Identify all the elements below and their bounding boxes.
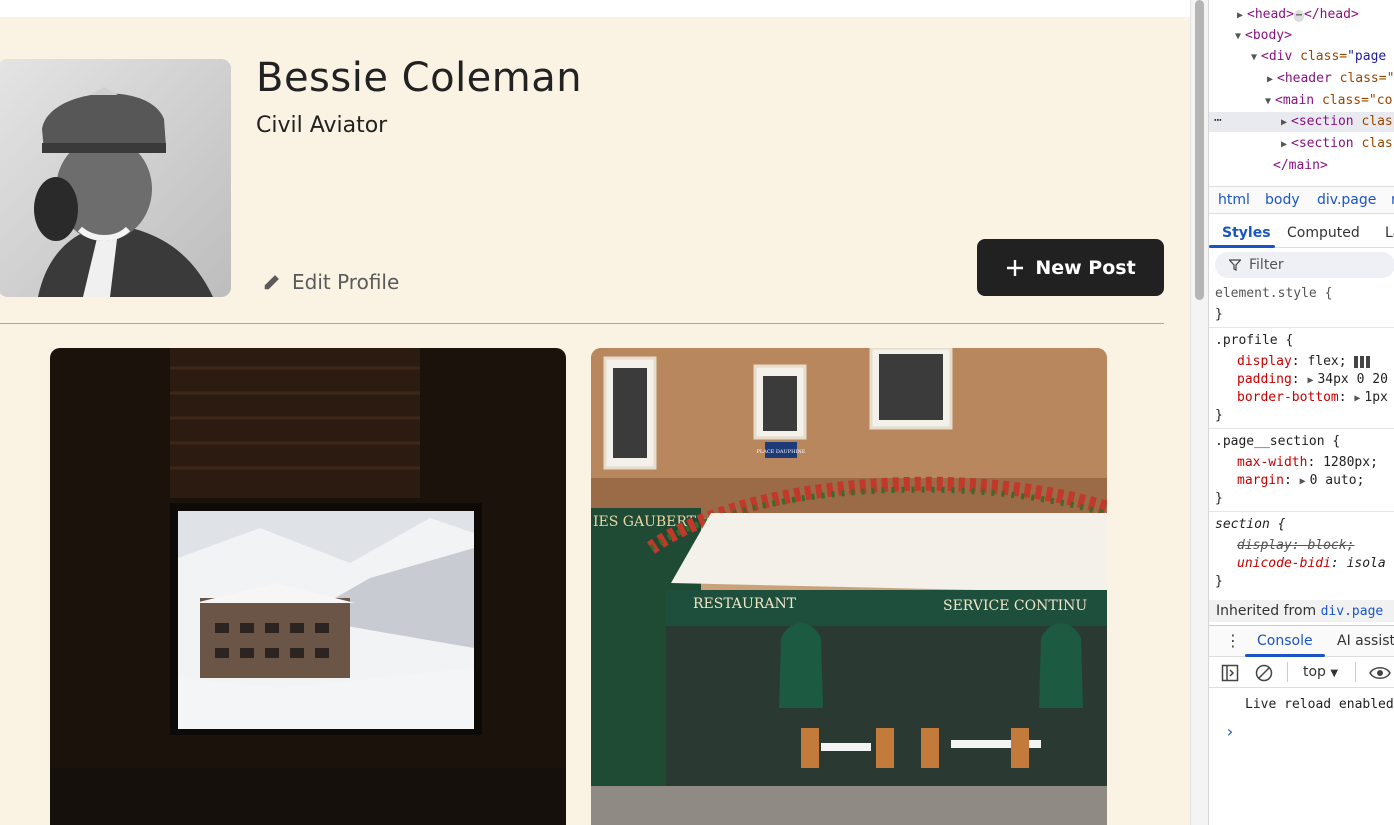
expand-triangle-icon: ▶: [1354, 393, 1361, 404]
eye-icon[interactable]: [1369, 665, 1391, 681]
css-selector-section: section {: [1215, 517, 1286, 532]
breadcrumb-div-page[interactable]: div.page: [1317, 192, 1376, 208]
expand-triangle-icon: ▶: [1237, 10, 1244, 21]
css-declaration-unicode-bidi: unicode-bidi: isola: [1237, 556, 1386, 571]
page: Bessie Coleman Civil Aviator Edit Profil…: [0, 17, 1190, 825]
console-message: Live reload enabled: [1245, 697, 1394, 712]
dom-node-section[interactable]: ▶ <section clas: [1281, 134, 1393, 154]
breadcrumb: html body div.page m: [1209, 186, 1394, 214]
dom-node-header[interactable]: ▶ <header class=": [1267, 69, 1394, 89]
expand-triangle-icon: ▶: [1281, 117, 1288, 128]
drawer-menu-icon[interactable]: ⋮: [1225, 631, 1241, 650]
context-selector[interactable]: top ▼: [1303, 664, 1338, 680]
service-sign: SERVICE CONTINU: [943, 598, 1087, 614]
console-prompt-icon[interactable]: ›: [1225, 722, 1235, 741]
tab-computed[interactable]: Computed: [1287, 225, 1360, 241]
ski-resort-window-photo: [50, 348, 566, 825]
expand-triangle-icon: ▶: [1281, 139, 1288, 150]
dom-node-body[interactable]: ▼ <body>: [1235, 26, 1292, 46]
css-declaration-margin[interactable]: margin: ▶ 0 auto;: [1237, 472, 1364, 490]
street-sign: PLACE DAUPHINE: [757, 449, 806, 455]
restaurant-sign: RESTAURANT: [693, 596, 797, 612]
scrollbar-thumb[interactable]: [1195, 0, 1204, 300]
breadcrumb-body[interactable]: body: [1265, 192, 1300, 208]
inherited-section-header: Inherited from div.page: [1209, 600, 1394, 622]
tab-styles[interactable]: Styles: [1222, 225, 1271, 241]
dom-node-section-selected[interactable]: ⋯ ▶ <section clas: [1209, 112, 1394, 132]
paris-restaurant-photo: PLACE DAUPHINE IES GAUBERT RESTAURANT SE…: [591, 348, 1107, 825]
flexbox-editor-icon[interactable]: [1354, 355, 1371, 368]
edit-profile-label: Edit Profile: [292, 270, 400, 294]
drawer-tabbar: ⋮ Console AI assista: [1209, 625, 1394, 657]
pencil-icon: [264, 275, 279, 290]
profile-name: Bessie Coleman: [256, 55, 583, 101]
breadcrumb-html[interactable]: html: [1218, 192, 1250, 208]
css-declaration-display-overridden: display: block;: [1237, 538, 1355, 553]
edit-profile-button[interactable]: Edit Profile: [262, 269, 399, 295]
rule-close-brace: }: [1215, 307, 1223, 322]
active-tab-indicator: [1209, 245, 1275, 248]
rule-close-brace: }: [1215, 574, 1223, 589]
avatar: [0, 59, 231, 297]
rule-divider: [1209, 428, 1394, 429]
clear-console-icon[interactable]: [1255, 664, 1273, 682]
post-card[interactable]: [50, 348, 566, 825]
dom-node-div-page[interactable]: ▼ <div class="page: [1251, 47, 1386, 67]
more-options-icon[interactable]: ⋯: [1214, 111, 1222, 131]
rule-divider: [1209, 511, 1394, 512]
css-selector-page-section[interactable]: .page__section {: [1215, 433, 1340, 451]
profile-section: Bessie Coleman Civil Aviator Edit Profil…: [0, 17, 1164, 324]
page-scrollbar[interactable]: [1190, 0, 1208, 825]
tab-ai-assistance[interactable]: AI assista: [1337, 633, 1394, 649]
collapse-triangle-icon: ▼: [1235, 31, 1242, 42]
ellipsis-icon: ⋯: [1293, 10, 1304, 22]
chevron-down-icon: ▼: [1330, 668, 1339, 679]
rule-close-brace: }: [1215, 408, 1223, 423]
tab-layout[interactable]: La: [1385, 225, 1394, 241]
rule-divider: [1209, 327, 1394, 328]
post-card[interactable]: PLACE DAUPHINE IES GAUBERT RESTAURANT SE…: [591, 348, 1107, 825]
dom-node-main-close[interactable]: </main>: [1273, 156, 1328, 176]
tab-console[interactable]: Console: [1257, 633, 1313, 649]
css-declaration-padding[interactable]: padding: ▶ 34px 0 20: [1237, 371, 1388, 389]
sidebar-toggle-icon[interactable]: [1221, 664, 1239, 682]
dom-node-main[interactable]: ▼ <main class="co: [1265, 91, 1392, 111]
profile-occupation: Civil Aviator: [256, 113, 388, 138]
toolbar-divider: [1355, 662, 1356, 682]
page-viewport: Bessie Coleman Civil Aviator Edit Profil…: [0, 0, 1190, 825]
plus-icon: [1007, 259, 1024, 276]
expand-triangle-icon: ▶: [1307, 375, 1314, 386]
new-post-button[interactable]: New Post: [977, 239, 1164, 296]
filter-placeholder: Filter: [1249, 257, 1284, 273]
collapse-triangle-icon: ▼: [1251, 52, 1258, 63]
expand-triangle-icon: ▶: [1299, 476, 1306, 487]
collapse-triangle-icon: ▼: [1265, 96, 1272, 107]
css-declaration-max-width[interactable]: max-width: 1280px;: [1237, 454, 1378, 472]
expand-triangle-icon: ▶: [1267, 74, 1274, 85]
styles-tabbar: Styles Computed La: [1209, 220, 1394, 248]
css-declaration-border-bottom[interactable]: border-bottom: ▶ 1px: [1237, 389, 1388, 407]
elements-tree: ▶ <head> ⋯ </head> ▼ <body> ▼ <div class="pag…: [1209, 0, 1394, 186]
css-selector-profile[interactable]: .profile {: [1215, 332, 1293, 350]
console-toolbar: top ▼: [1209, 658, 1394, 688]
inherited-from-link[interactable]: div.page: [1321, 604, 1384, 619]
element-style-selector: element.style {: [1215, 286, 1333, 301]
css-declaration-display[interactable]: display: flex;: [1237, 353, 1371, 371]
new-post-label: New Post: [1035, 256, 1136, 279]
filter-icon: [1229, 259, 1241, 271]
dom-node-head[interactable]: ▶ <head> ⋯ </head>: [1237, 5, 1359, 25]
devtools-panel: ▶ <head> ⋯ </head> ▼ <body> ▼ <div class="pag…: [1208, 0, 1394, 825]
active-drawer-tab-indicator: [1245, 654, 1325, 657]
toolbar-divider: [1287, 662, 1288, 682]
rule-close-brace: }: [1215, 491, 1223, 506]
styles-filter-input[interactable]: Filter: [1215, 252, 1394, 278]
